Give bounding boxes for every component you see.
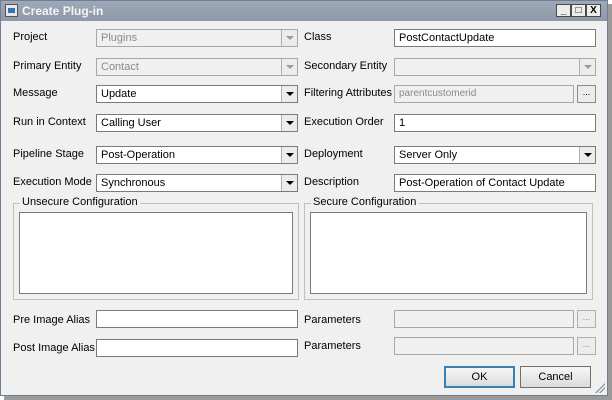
message-dropdown[interactable]: Update <box>96 85 298 103</box>
unsecure-configuration-label: Unsecure Configuration <box>20 196 140 208</box>
execution-order-label: Execution Order <box>304 116 384 128</box>
deployment-dropdown[interactable]: Server Only <box>394 146 596 164</box>
run-in-context-value: Calling User <box>101 117 161 129</box>
execution-mode-label: Execution Mode <box>13 176 92 188</box>
ok-button[interactable]: OK <box>444 366 515 388</box>
secondary-entity-label: Secondary Entity <box>304 60 388 72</box>
resize-grip-icon[interactable] <box>595 383 605 393</box>
message-value: Update <box>101 88 137 100</box>
pre-image-alias-label: Pre Image Alias <box>13 314 91 326</box>
class-input[interactable]: PostContactUpdate <box>394 29 596 47</box>
deployment-value: Server Only <box>399 149 458 161</box>
project-dropdown: Plugins <box>96 29 298 47</box>
minimize-button[interactable]: _ <box>556 4 571 17</box>
primary-entity-dropdown: Contact <box>96 58 298 76</box>
window-app-icon[interactable] <box>5 4 18 17</box>
chevron-down-icon <box>281 59 297 75</box>
class-label: Class <box>304 31 332 43</box>
pre-image-alias-input[interactable] <box>96 310 298 328</box>
pipeline-stage-dropdown[interactable]: Post-Operation <box>96 146 298 164</box>
unsecure-configuration-textarea[interactable] <box>19 212 293 294</box>
filtering-attributes-label: Filtering Attributes <box>304 87 393 99</box>
unsecure-configuration-group: Unsecure Configuration <box>13 196 299 300</box>
primary-entity-value: Contact <box>101 61 139 73</box>
post-image-parameters-label: Parameters <box>304 340 361 352</box>
filtering-attributes-input: parentcustomerid <box>394 85 574 103</box>
window-title: Create Plug-in <box>22 4 104 18</box>
chevron-down-icon <box>281 30 297 46</box>
chevron-down-icon <box>579 59 595 75</box>
primary-entity-label: Primary Entity <box>13 60 82 72</box>
project-label: Project <box>13 31 48 43</box>
description-input[interactable]: Post-Operation of Contact Update <box>394 174 596 192</box>
close-button[interactable]: X <box>586 4 601 17</box>
maximize-button[interactable]: □ <box>571 4 586 17</box>
title-bar[interactable]: Create Plug-in _ □ X <box>1 1 607 21</box>
post-image-parameters-browse-button[interactable]: ... <box>577 337 596 355</box>
execution-order-input[interactable]: 1 <box>394 114 596 132</box>
project-value: Plugins <box>101 32 138 44</box>
create-plugin-dialog: Create Plug-in _ □ X Project Plugins Pri… <box>0 0 608 396</box>
pre-image-parameters-browse-button[interactable]: ... <box>577 310 596 328</box>
cancel-button[interactable]: Cancel <box>520 366 591 388</box>
chevron-down-icon[interactable] <box>281 115 297 131</box>
execution-mode-value: Synchronous <box>101 177 166 189</box>
chevron-down-icon[interactable] <box>579 147 595 163</box>
pipeline-stage-value: Post-Operation <box>101 149 175 161</box>
filtering-attributes-browse-button[interactable]: ... <box>577 85 596 103</box>
execution-mode-dropdown[interactable]: Synchronous <box>96 174 298 192</box>
pre-image-parameters-label: Parameters <box>304 314 361 326</box>
secure-configuration-group: Secure Configuration <box>304 196 593 300</box>
post-image-parameters-input <box>394 337 574 355</box>
post-image-alias-label: Post Image Alias <box>13 342 95 354</box>
run-in-context-dropdown[interactable]: Calling User <box>96 114 298 132</box>
chevron-down-icon[interactable] <box>281 147 297 163</box>
message-label: Message <box>13 87 58 99</box>
secondary-entity-dropdown <box>394 58 596 76</box>
secure-configuration-textarea[interactable] <box>310 212 587 294</box>
post-image-alias-input[interactable] <box>96 339 298 357</box>
pre-image-parameters-input <box>394 310 574 328</box>
chevron-down-icon[interactable] <box>281 175 297 191</box>
deployment-label: Deployment <box>304 148 363 160</box>
secure-configuration-label: Secure Configuration <box>311 196 419 208</box>
run-in-context-label: Run in Context <box>13 116 86 128</box>
chevron-down-icon[interactable] <box>281 86 297 102</box>
description-label: Description <box>304 176 360 188</box>
pipeline-stage-label: Pipeline Stage <box>13 148 84 160</box>
